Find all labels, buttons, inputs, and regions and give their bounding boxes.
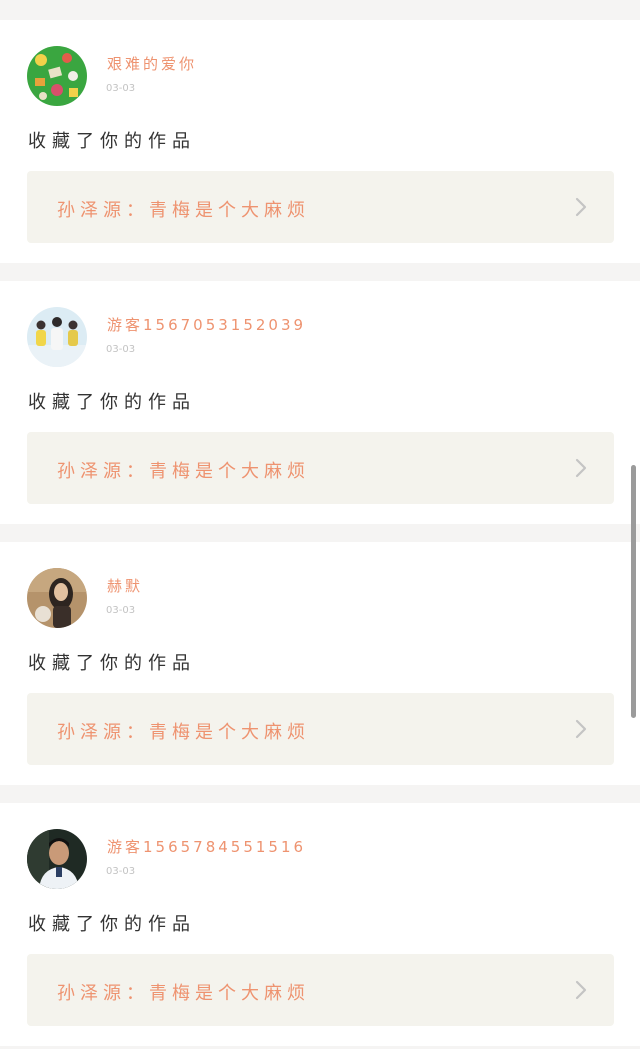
work-title: 孙泽源：青梅是个大麻烦	[57, 461, 310, 482]
notification-card: 游客1565784551516 03-03 收藏了你的作品 孙泽源：青梅是个大麻…	[0, 803, 640, 1046]
timestamp: 03-03	[106, 605, 136, 616]
avatar-image	[27, 46, 87, 106]
notification-card: 游客1567053152039 03-03 收藏了你的作品 孙泽源：青梅是个大麻…	[0, 281, 640, 524]
action-text: 收藏了你的作品	[28, 131, 196, 152]
avatar-image	[27, 568, 87, 628]
avatar[interactable]	[27, 829, 87, 889]
chevron-right-icon	[574, 458, 588, 478]
work-link[interactable]: 孙泽源：青梅是个大麻烦	[27, 693, 614, 765]
work-link[interactable]: 孙泽源：青梅是个大麻烦	[27, 171, 614, 243]
work-title: 孙泽源：青梅是个大麻烦	[57, 722, 310, 743]
chevron-right-icon	[574, 197, 588, 217]
avatar[interactable]	[27, 568, 87, 628]
timestamp: 03-03	[106, 344, 136, 355]
timestamp: 03-03	[106, 83, 136, 94]
work-title: 孙泽源：青梅是个大麻烦	[57, 200, 310, 221]
chevron-right-icon	[574, 719, 588, 739]
username[interactable]: 赫默	[107, 575, 143, 596]
timestamp: 03-03	[106, 866, 136, 877]
avatar[interactable]	[27, 307, 87, 367]
username[interactable]: 游客1565784551516	[107, 836, 306, 857]
avatar-image	[27, 829, 87, 889]
notification-card: 赫默 03-03 收藏了你的作品 孙泽源：青梅是个大麻烦	[0, 542, 640, 785]
work-link[interactable]: 孙泽源：青梅是个大麻烦	[27, 432, 614, 504]
username[interactable]: 游客1567053152039	[107, 314, 306, 335]
action-text: 收藏了你的作品	[28, 392, 196, 413]
chevron-right-icon	[574, 980, 588, 1000]
avatar-image	[27, 307, 87, 367]
action-text: 收藏了你的作品	[28, 653, 196, 674]
action-text: 收藏了你的作品	[28, 914, 196, 935]
username[interactable]: 艰难的爱你	[107, 53, 197, 74]
notification-card: 艰难的爱你 03-03 收藏了你的作品 孙泽源：青梅是个大麻烦	[0, 20, 640, 263]
work-link[interactable]: 孙泽源：青梅是个大麻烦	[27, 954, 614, 1026]
work-title: 孙泽源：青梅是个大麻烦	[57, 983, 310, 1004]
scrollbar[interactable]	[631, 465, 636, 718]
avatar[interactable]	[27, 46, 87, 106]
